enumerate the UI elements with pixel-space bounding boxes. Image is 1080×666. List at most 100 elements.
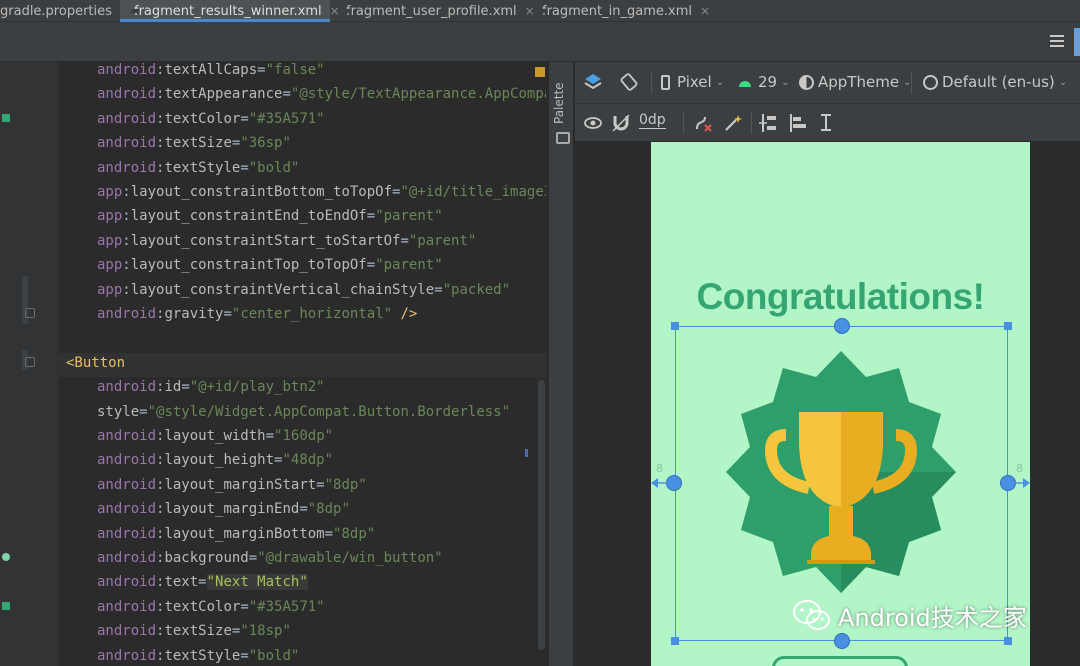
code-line[interactable]: android:layout_height="48dp" xyxy=(97,448,333,472)
design-mode-toggle[interactable] xyxy=(1074,28,1080,56)
code-token: layout_marginStart xyxy=(164,476,317,493)
code-line[interactable]: style="@style/Widget.AppCompat.Button.Bo… xyxy=(97,400,510,424)
code-line[interactable]: android:layout_marginStart="8dp" xyxy=(97,473,367,497)
infer-constraints-icon[interactable] xyxy=(723,113,743,133)
close-icon[interactable]: × xyxy=(700,4,710,18)
code-line[interactable]: app:layout_constraintVertical_chainStyle… xyxy=(97,278,510,302)
tab-fragment-in-game[interactable]: fragment_in_game.xml × xyxy=(536,0,710,22)
code-token: "8dp" xyxy=(333,525,376,542)
code-token: android xyxy=(97,525,157,542)
code-editor[interactable]: android:textAllCaps="false" android:textA… xyxy=(58,62,546,666)
phone-icon xyxy=(661,74,670,90)
resize-handle[interactable] xyxy=(1004,637,1012,645)
tab-label: fragment_in_game.xml xyxy=(542,3,692,19)
code-line[interactable]: app:layout_constraintStart_toStartOf="pa… xyxy=(97,229,476,253)
locale-selector[interactable]: Default (en-us) ⌄ xyxy=(923,73,1067,91)
code-line[interactable]: app:layout_constraintEnd_toEndOf="parent… xyxy=(97,204,443,228)
code-line[interactable]: android:layout_marginEnd="8dp" xyxy=(97,497,350,521)
code-line[interactable]: android:layout_marginBottom="8dp" xyxy=(97,522,375,546)
code-line[interactable]: android:textColor="#35A571" xyxy=(97,595,325,619)
code-token: app xyxy=(97,257,123,274)
code-token: <Button xyxy=(66,354,126,371)
code-token: = xyxy=(282,86,291,103)
api-level-label: 29 xyxy=(758,73,778,91)
code-line[interactable]: android:textColor="#35A571" xyxy=(97,107,325,131)
tab-fragment-user-profile[interactable]: fragment_user_profile.xml × xyxy=(340,0,535,22)
editor-tab-bar: gradle.properties × fragment_results_win… xyxy=(0,0,1080,22)
baseline-icon[interactable] xyxy=(817,112,837,134)
code-token: "8dp" xyxy=(307,501,350,518)
close-icon[interactable]: × xyxy=(330,4,340,18)
color-swatch-icon[interactable] xyxy=(2,602,10,610)
code-token: textAllCaps xyxy=(164,62,258,78)
code-line[interactable]: android:textStyle="bold" xyxy=(97,156,299,180)
guidelines-icon[interactable] xyxy=(757,112,779,134)
tab-gradle-properties[interactable]: gradle.properties × xyxy=(0,0,130,22)
code-token: textSize xyxy=(164,135,232,152)
code-line[interactable]: app:layout_constraintTop_toTopOf="parent… xyxy=(97,253,443,277)
code-token: /> xyxy=(392,306,418,322)
clear-constraints-icon[interactable] xyxy=(693,113,713,133)
code-token: "8dp" xyxy=(324,476,367,493)
code-line[interactable]: app:layout_constraintBottom_toTopOf="@+i… xyxy=(97,180,546,204)
magnet-icon[interactable] xyxy=(611,113,631,133)
code-token: textStyle xyxy=(164,647,241,664)
palette-tab[interactable]: Palette xyxy=(552,64,566,124)
code-token: "parent" xyxy=(375,257,443,274)
code-token: android xyxy=(97,306,157,322)
code-token: "@+id/title_image3" xyxy=(400,184,546,200)
eye-icon[interactable] xyxy=(583,113,603,133)
scroll-marker xyxy=(525,449,528,457)
constraint-toolbar: 0dp xyxy=(575,104,1080,142)
fold-icon[interactable] xyxy=(25,308,35,318)
orientation-icon[interactable] xyxy=(619,72,639,92)
warning-marker-icon[interactable] xyxy=(535,67,545,77)
code-token: android xyxy=(97,501,157,518)
theme-selector[interactable]: AppTheme ⌄ xyxy=(799,73,911,91)
code-token: = xyxy=(316,476,325,493)
code-token: "false" xyxy=(265,62,325,78)
resize-handle[interactable] xyxy=(671,637,679,645)
code-token: android xyxy=(97,86,157,103)
code-line[interactable]: android:gravity="center_horizontal" /> xyxy=(97,302,417,326)
code-line[interactable]: <Button xyxy=(66,351,125,375)
layers-icon[interactable] xyxy=(583,72,603,92)
default-margin-selector[interactable]: 0dp xyxy=(639,112,666,129)
fold-icon[interactable] xyxy=(25,357,35,367)
code-token: : xyxy=(122,257,131,274)
code-token: "#35A571" xyxy=(248,110,325,127)
drawable-preview-icon[interactable] xyxy=(2,553,10,561)
resize-handle[interactable] xyxy=(671,322,679,330)
code-token: = xyxy=(223,306,232,322)
code-line[interactable]: android:textSize="18sp" xyxy=(97,619,291,643)
tab-fragment-results-winner[interactable]: fragment_results_winner.xml × xyxy=(120,0,340,22)
resize-handle[interactable] xyxy=(1004,322,1012,330)
component-tree-icon[interactable] xyxy=(556,132,570,144)
code-token: = xyxy=(240,159,249,176)
menu-icon[interactable] xyxy=(1050,35,1064,47)
constraint-anchor-bottom[interactable] xyxy=(834,633,850,649)
code-line[interactable]: android:textAllCaps="false" xyxy=(97,62,325,82)
code-line[interactable]: android:layout_width="160dp" xyxy=(97,424,333,448)
code-line[interactable]: android:id="@+id/play_btn2" xyxy=(97,375,325,399)
close-icon[interactable]: × xyxy=(525,4,535,18)
palette-strip xyxy=(548,62,574,666)
code-line[interactable]: android:background="@drawable/win_button… xyxy=(97,546,443,570)
code-line[interactable]: android:textSize="36sp" xyxy=(97,131,291,155)
color-swatch-icon[interactable] xyxy=(2,114,10,122)
code-line[interactable]: android:text="Next Match" xyxy=(97,570,308,594)
api-level-selector[interactable]: 29 ⌄ xyxy=(737,73,789,91)
device-selector[interactable]: Pixel ⌄ xyxy=(661,73,724,91)
align-icon[interactable] xyxy=(787,112,809,134)
editor-scrollbar[interactable] xyxy=(538,380,545,650)
code-line[interactable]: android:textAppearance="@style/TextAppea… xyxy=(97,82,546,106)
code-token: android xyxy=(97,452,157,469)
code-token: "packed" xyxy=(442,281,511,298)
code-line[interactable]: android:textStyle="bold" xyxy=(97,644,299,666)
code-token: layout_constraintVertical_chainStyle xyxy=(130,281,435,298)
next-match-button[interactable] xyxy=(772,656,908,666)
code-token: = xyxy=(248,550,258,566)
constraint-anchor-top[interactable] xyxy=(834,318,850,334)
congratulations-title[interactable]: Congratulations! xyxy=(651,276,1030,318)
margin-label-end: 8 xyxy=(1016,462,1023,475)
